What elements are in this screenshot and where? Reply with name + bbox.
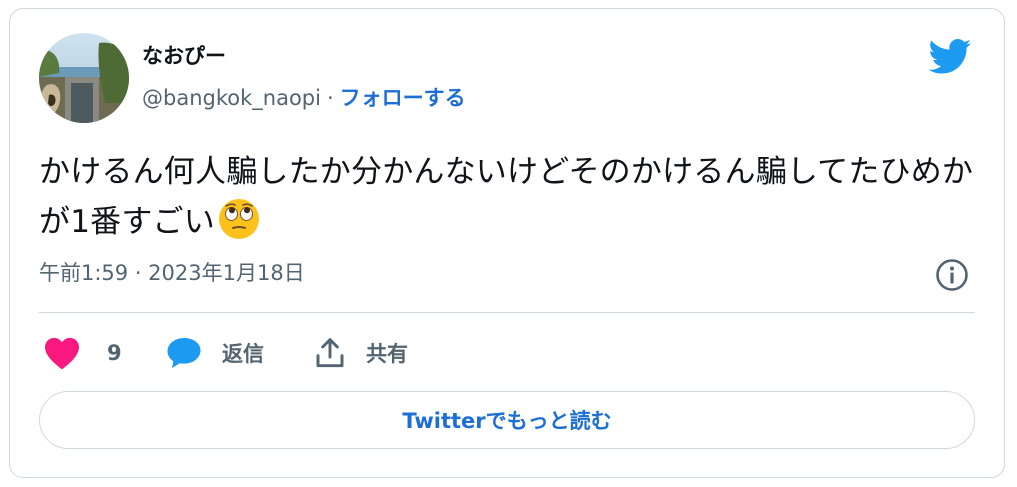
avatar[interactable] xyxy=(39,33,129,123)
like-button[interactable]: 9 xyxy=(43,336,122,370)
tweet-timestamp[interactable]: 午前1:59 · 2023年1月18日 xyxy=(39,258,305,288)
follow-link[interactable]: フォローする xyxy=(340,86,466,110)
reply-label: 返信 xyxy=(222,342,264,366)
rolling-eyes-emoji xyxy=(217,197,261,241)
twitter-bird-icon[interactable] xyxy=(928,39,972,75)
share-icon xyxy=(314,337,346,369)
reply-button[interactable]: 返信 xyxy=(166,336,264,370)
tweet-text: かけるん何人騙したか分かんないけどそのかけるん騙してたひめかが1番すごい xyxy=(39,147,979,247)
share-label: 共有 xyxy=(366,342,408,366)
share-button[interactable]: 共有 xyxy=(314,336,408,370)
reply-bubble-icon xyxy=(166,336,202,370)
like-count: 9 xyxy=(107,341,122,365)
read-more-button[interactable]: Twitterでもっと読む xyxy=(39,391,975,449)
author-handle[interactable]: @bangkok_naopi xyxy=(142,86,321,110)
tweet-card: なおぴー @bangkok_naopi · フォローする かけるん何人騙したか分かん… xyxy=(9,8,1005,478)
info-icon[interactable] xyxy=(934,257,970,293)
author-display-name[interactable]: なおぴー xyxy=(142,42,226,70)
tweet-text-content: かけるん何人騙したか分かんないけどそのかけるん騙してたひめかが1番すごい xyxy=(39,154,974,240)
author-handle-row: @bangkok_naopi · フォローする xyxy=(142,83,466,113)
divider xyxy=(39,312,975,313)
read-more-label: Twitterでもっと読む xyxy=(402,409,612,433)
separator-dot: · xyxy=(326,86,334,110)
heart-icon xyxy=(43,336,81,370)
